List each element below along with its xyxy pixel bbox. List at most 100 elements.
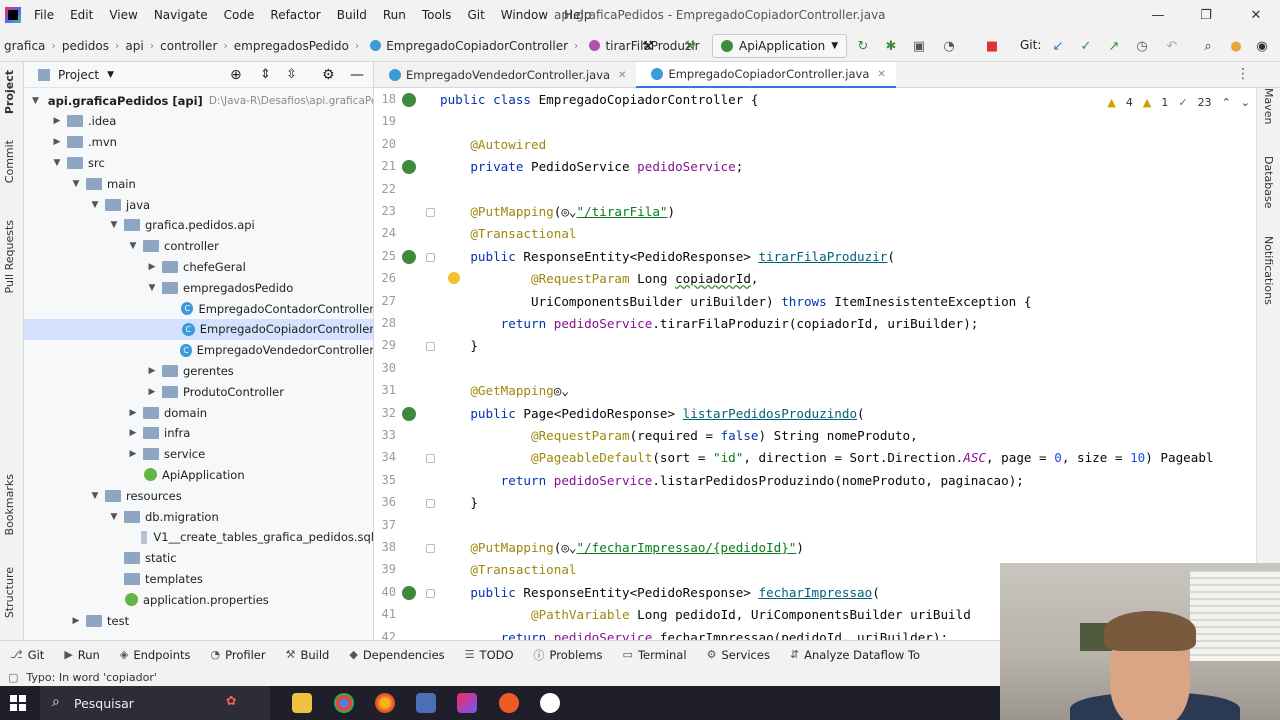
tool-todo[interactable]: ☰ TODO bbox=[455, 648, 524, 662]
code-line[interactable]: @PathVariable Long pedidoId, UriComponen… bbox=[440, 607, 971, 622]
tree-item[interactable]: templates bbox=[24, 568, 373, 589]
tool-profiler[interactable]: ◔ Profiler bbox=[201, 648, 276, 662]
tree-item[interactable]: C EmpregadoVendedorController bbox=[24, 340, 373, 361]
pull-requests-tool-label[interactable]: Pull Requests bbox=[3, 220, 16, 293]
tree-item[interactable]: ▼ resources bbox=[24, 485, 373, 506]
spring-bean-icon[interactable] bbox=[402, 160, 416, 175]
rerun-icon[interactable]: ↻ bbox=[855, 38, 871, 54]
mysql-workbench-icon[interactable] bbox=[416, 693, 436, 713]
breadcrumb-item[interactable]: grafica bbox=[0, 39, 49, 53]
hammer-icon[interactable]: ⚒ bbox=[640, 38, 656, 54]
code-line[interactable]: @Transactional bbox=[440, 562, 576, 577]
taskbar-search[interactable]: ⌕ Pesquisar ✿ bbox=[40, 686, 270, 720]
code-line[interactable]: @Autowired bbox=[440, 137, 546, 152]
code-line[interactable]: @RequestParam(required = false) String n… bbox=[440, 428, 918, 443]
file-explorer-icon[interactable] bbox=[292, 693, 312, 713]
windows-start-icon[interactable] bbox=[10, 695, 26, 711]
intellij-logo-icon[interactable] bbox=[0, 0, 26, 30]
tool-services[interactable]: ⚙ Services bbox=[697, 648, 780, 662]
coverage-icon[interactable]: ▣ bbox=[911, 38, 927, 54]
menu-navigate[interactable]: Navigate bbox=[146, 0, 216, 30]
chevron-down-icon[interactable]: ▼ bbox=[89, 491, 101, 501]
chevron-right-icon[interactable]: ▶ bbox=[127, 408, 139, 418]
chevron-down-icon[interactable]: ▼ bbox=[32, 96, 39, 106]
menu-run[interactable]: Run bbox=[375, 0, 414, 30]
close-icon[interactable]: ✕ bbox=[618, 70, 626, 81]
firefox-icon[interactable] bbox=[375, 693, 395, 713]
chevron-right-icon[interactable]: ▶ bbox=[51, 137, 63, 147]
structure-tool-label[interactable]: Structure bbox=[3, 567, 16, 618]
tool-build[interactable]: ⚒ Build bbox=[276, 648, 340, 662]
menu-refactor[interactable]: Refactor bbox=[262, 0, 328, 30]
close-icon[interactable]: ✕ bbox=[877, 69, 885, 80]
chevron-right-icon[interactable]: ▶ bbox=[70, 616, 82, 626]
code-line[interactable]: } bbox=[440, 495, 478, 510]
chevron-down-icon[interactable]: ▼ bbox=[89, 200, 101, 210]
fold-icon[interactable] bbox=[426, 252, 435, 262]
spring-bean-icon[interactable] bbox=[402, 585, 416, 600]
menu-code[interactable]: Code bbox=[216, 0, 263, 30]
menu-git[interactable]: Git bbox=[459, 0, 492, 30]
commit-tool-label[interactable]: Commit bbox=[3, 140, 16, 183]
tree-item[interactable]: ▶ test bbox=[24, 610, 373, 631]
code-line[interactable]: @GetMapping◎⌄ bbox=[440, 383, 569, 398]
tool-terminal[interactable]: ▭ Terminal bbox=[613, 648, 697, 662]
breadcrumb-item[interactable]: api bbox=[121, 39, 147, 53]
run-configuration-select[interactable]: ApiApplication ▼ bbox=[712, 34, 848, 58]
update-icon[interactable]: ● bbox=[1228, 38, 1244, 54]
tree-item[interactable]: ▶ chefeGeral bbox=[24, 256, 373, 277]
project-tool-label[interactable]: Project bbox=[3, 70, 16, 114]
tree-item[interactable]: ▼ main bbox=[24, 173, 373, 194]
code-line[interactable]: @PageableDefault(sort = "id", direction … bbox=[440, 450, 1214, 465]
tool-run[interactable]: ▶ Run bbox=[54, 648, 110, 662]
more-tabs-icon[interactable]: ⋮ bbox=[1236, 66, 1250, 82]
code-line[interactable]: @PutMapping(◎⌄"/tirarFila") bbox=[440, 204, 675, 219]
chevron-down-icon[interactable]: ▼ bbox=[108, 512, 120, 522]
tree-item[interactable]: ▼ grafica.pedidos.api bbox=[24, 215, 373, 236]
code-line[interactable]: } bbox=[440, 338, 478, 353]
fold-icon[interactable] bbox=[426, 454, 435, 464]
tree-item[interactable]: ▶ service bbox=[24, 444, 373, 465]
tree-item[interactable]: C EmpregadoCopiadorController bbox=[24, 318, 373, 340]
code-line[interactable]: public ResponseEntity<PedidoResponse> fe… bbox=[440, 585, 879, 600]
tool-dependencies[interactable]: ◆ Dependencies bbox=[339, 648, 454, 662]
chevron-down-icon[interactable]: ▼ bbox=[51, 158, 63, 168]
tree-item[interactable]: ▼ db.migration bbox=[24, 506, 373, 527]
tab-empregado-copiador[interactable]: EmpregadoCopiadorController.java ✕ bbox=[636, 62, 896, 88]
git-commit-icon[interactable]: ✓ bbox=[1078, 38, 1094, 54]
chevron-down-icon[interactable]: ⌄ bbox=[1241, 96, 1250, 109]
menu-window[interactable]: Window bbox=[493, 0, 556, 30]
code-line[interactable]: return pedidoService.tirarFilaProduzir(c… bbox=[440, 316, 979, 331]
code-line[interactable]: private PedidoService pedidoService; bbox=[440, 159, 743, 174]
fold-icon[interactable] bbox=[426, 342, 435, 352]
menu-file[interactable]: File bbox=[26, 0, 62, 30]
code-line[interactable]: public Page<PedidoResponse> listarPedido… bbox=[440, 406, 864, 421]
github-desktop-icon[interactable] bbox=[540, 693, 560, 713]
bookmarks-tool-label[interactable]: Bookmarks bbox=[3, 474, 16, 535]
tree-item[interactable]: ▶ .mvn bbox=[24, 132, 373, 153]
tool-git[interactable]: ⎇ Git bbox=[0, 648, 54, 662]
inspection-widget[interactable]: ▲ 4 ▲ 1 ✓ 23 ⌃ ⌄ bbox=[1107, 96, 1250, 109]
tree-item[interactable]: ▶ infra bbox=[24, 423, 373, 444]
maven-tool-label[interactable]: Maven bbox=[1262, 88, 1275, 124]
database-tool-label[interactable]: Database bbox=[1262, 156, 1275, 209]
spring-bean-icon[interactable] bbox=[402, 93, 416, 107]
status-panel-icon[interactable]: ▢ bbox=[8, 671, 18, 684]
menu-edit[interactable]: Edit bbox=[62, 0, 101, 30]
tree-item[interactable]: V1__create_tables_grafica_pedidos.sql bbox=[24, 527, 373, 548]
chrome-icon[interactable] bbox=[334, 693, 354, 713]
code-editor[interactable]: 18 19 20 21 22 23 24 25 26 27 28 29 30 31 32 33 34 35 36 37… bbox=[374, 88, 1256, 640]
code-line[interactable]: @RequestParam Long copiadorId, bbox=[440, 271, 759, 286]
git-push-icon[interactable]: ↗ bbox=[1106, 38, 1122, 54]
debug-icon[interactable]: ✱ bbox=[883, 38, 899, 54]
chevron-right-icon[interactable]: ▶ bbox=[51, 116, 63, 126]
chevron-down-icon[interactable]: ▼ bbox=[108, 220, 120, 230]
tool-endpoints[interactable]: ◈ Endpoints bbox=[110, 648, 201, 662]
stop-icon[interactable]: ■ bbox=[984, 38, 1000, 54]
chevron-right-icon[interactable]: ▶ bbox=[146, 262, 158, 272]
tree-item[interactable]: ▶ .idea bbox=[24, 111, 373, 132]
tree-item[interactable]: C EmpregadoContadorController bbox=[24, 298, 373, 319]
fold-icon[interactable] bbox=[426, 499, 435, 509]
tree-item[interactable]: ▼ api.graficaPedidos [api] D:\Java-R\Desaf… bbox=[24, 90, 373, 111]
tool-analyze-dataflow-to[interactable]: ⇵ Analyze Dataflow To bbox=[780, 648, 930, 662]
